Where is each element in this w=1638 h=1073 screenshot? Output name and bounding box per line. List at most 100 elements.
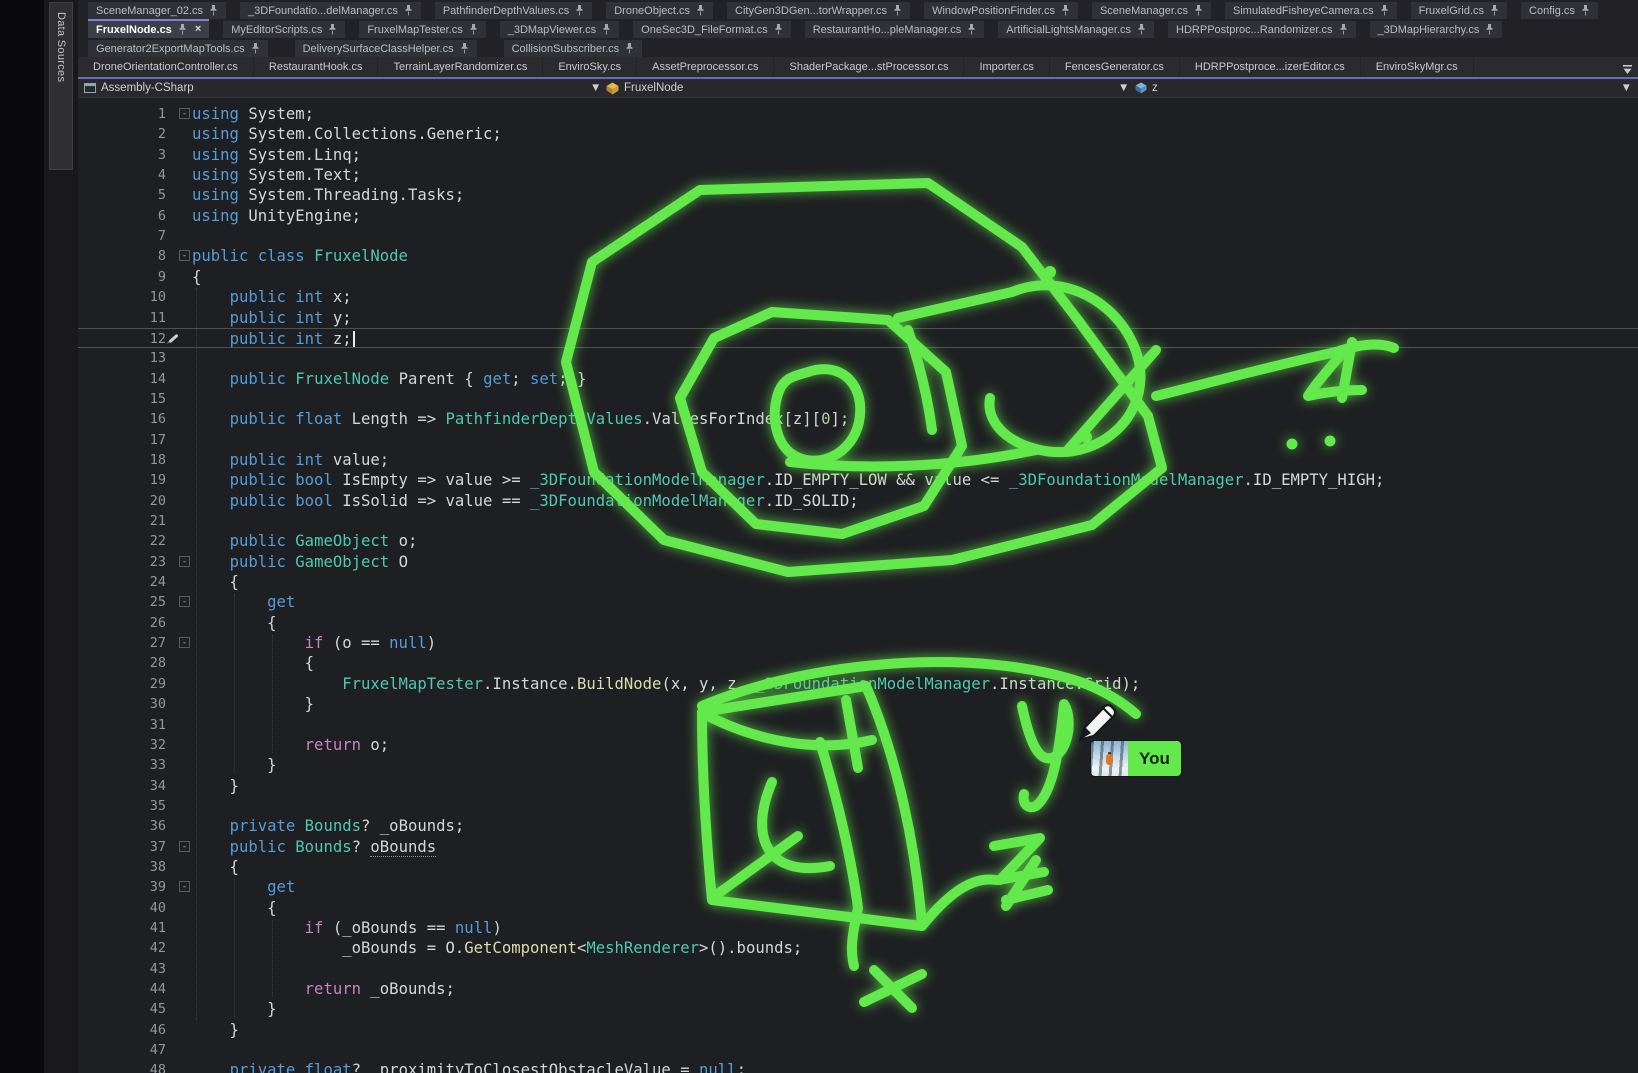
code-line[interactable]: 37- public Bounds? oBounds bbox=[78, 837, 1638, 857]
fold-collapse-icon[interactable]: - bbox=[179, 250, 190, 261]
pushpin-icon[interactable] bbox=[575, 5, 584, 16]
code-line[interactable]: 3using System.Linq; bbox=[78, 145, 1638, 165]
code-line[interactable]: 47 bbox=[78, 1040, 1638, 1060]
editor-tab[interactable]: SceneManager.cs bbox=[1092, 2, 1211, 19]
pushpin-icon[interactable] bbox=[1490, 5, 1499, 16]
editor-tab[interactable]: RestaurantHo...pleManager.cs bbox=[805, 21, 985, 38]
pushpin-icon[interactable] bbox=[460, 43, 469, 54]
editor-tab[interactable]: DroneOrientationController.cs bbox=[78, 57, 254, 77]
code-line[interactable]: 38 { bbox=[78, 857, 1638, 877]
editor-tab[interactable]: FruxelGrid.cs bbox=[1411, 2, 1507, 19]
code-line[interactable]: 30 } bbox=[78, 694, 1638, 714]
pushpin-icon[interactable] bbox=[625, 43, 634, 54]
pushpin-icon[interactable] bbox=[1194, 5, 1203, 16]
editor-tab[interactable]: MyEditorScripts.cs bbox=[223, 21, 345, 38]
code-line[interactable]: 39- get bbox=[78, 877, 1638, 897]
code-line[interactable]: 21 bbox=[78, 511, 1638, 531]
code-line[interactable]: 20 public bool IsSolid => value == _3DFo… bbox=[78, 491, 1638, 511]
code-line[interactable]: 17 bbox=[78, 430, 1638, 450]
editor-tab[interactable]: Generator2ExportMapTools.cs bbox=[88, 40, 268, 57]
pushpin-icon[interactable] bbox=[774, 24, 783, 35]
breadcrumb-project[interactable]: Assembly-CSharp bbox=[84, 79, 194, 97]
editor-tab[interactable]: PathfinderDepthValues.cs bbox=[435, 2, 592, 19]
editor-tab[interactable]: EnviroSky.cs bbox=[543, 57, 637, 77]
editor-tab[interactable]: _3DFoundatio...delManager.cs bbox=[240, 2, 421, 19]
breadcrumb-class[interactable]: FruxelNode bbox=[606, 79, 683, 97]
code-line[interactable]: 43 bbox=[78, 959, 1638, 979]
breadcrumb-class-dropdown[interactable]: ▼ bbox=[1118, 79, 1129, 97]
pushpin-icon[interactable] bbox=[178, 24, 187, 35]
code-line[interactable]: 22 public GameObject o; bbox=[78, 531, 1638, 551]
editor-tab[interactable]: Config.cs bbox=[1521, 2, 1598, 19]
code-line[interactable]: 42 _oBounds = O.GetComponent<MeshRendere… bbox=[78, 938, 1638, 958]
editor-tab[interactable]: TerrainLayerRandomizer.cs bbox=[378, 57, 543, 77]
editor-tab[interactable]: ArtificialLightsManager.cs bbox=[998, 21, 1154, 38]
editor-tab[interactable]: CollisionSubscriber.cs bbox=[504, 40, 643, 57]
editor-tab[interactable]: _3DMapHierarchy.cs bbox=[1370, 21, 1503, 38]
code-line[interactable]: 5using System.Threading.Tasks; bbox=[78, 185, 1638, 205]
editor-tab[interactable]: AssetPreprocessor.cs bbox=[637, 57, 774, 77]
editor-tab[interactable]: DeliverySurfaceClassHelper.cs bbox=[295, 40, 477, 57]
breadcrumb-project-dropdown[interactable]: ▼ bbox=[590, 79, 601, 97]
code-line[interactable]: 44 return _oBounds; bbox=[78, 979, 1638, 999]
editor-tab[interactable]: OneSec3D_FileFormat.cs bbox=[633, 21, 791, 38]
code-line[interactable]: 40 { bbox=[78, 898, 1638, 918]
pushpin-icon[interactable] bbox=[893, 5, 902, 16]
code-line[interactable]: 15 bbox=[78, 389, 1638, 409]
code-line[interactable]: 46 } bbox=[78, 1020, 1638, 1040]
breadcrumb-member[interactable]: z bbox=[1135, 79, 1158, 97]
code-line[interactable]: 45 } bbox=[78, 999, 1638, 1019]
code-line[interactable]: 12 public int z; bbox=[78, 328, 1638, 348]
breadcrumb-overflow-dropdown[interactable]: ▼ bbox=[1621, 79, 1632, 97]
code-line[interactable]: 41 if (_oBounds == null) bbox=[78, 918, 1638, 938]
pushpin-icon[interactable] bbox=[1380, 5, 1389, 16]
code-editor[interactable]: 1-using System;2using System.Collections… bbox=[78, 98, 1638, 1073]
pushpin-icon[interactable] bbox=[696, 5, 705, 16]
pushpin-icon[interactable] bbox=[328, 24, 337, 35]
code-line[interactable]: 25- get bbox=[78, 592, 1638, 612]
pushpin-icon[interactable] bbox=[1061, 5, 1070, 16]
code-line[interactable]: 4using System.Text; bbox=[78, 165, 1638, 185]
code-line[interactable]: 16 public float Length => PathfinderDept… bbox=[78, 409, 1638, 429]
code-line[interactable]: 10 public int x; bbox=[78, 287, 1638, 307]
pushpin-icon[interactable] bbox=[602, 24, 611, 35]
code-line[interactable]: 9{ bbox=[78, 267, 1638, 287]
pushpin-icon[interactable] bbox=[1339, 24, 1348, 35]
code-line[interactable]: 7 bbox=[78, 226, 1638, 246]
editor-tab[interactable]: SimulatedFisheyeCamera.cs bbox=[1225, 2, 1397, 19]
code-line[interactable]: 19 public bool IsEmpty => value >= _3DFo… bbox=[78, 470, 1638, 490]
code-line[interactable]: 24 { bbox=[78, 572, 1638, 592]
editor-tab[interactable]: CityGen3DGen...torWrapper.cs bbox=[727, 2, 910, 19]
code-line[interactable]: 14 public FruxelNode Parent { get; set; … bbox=[78, 369, 1638, 389]
code-line[interactable]: 6using UnityEngine; bbox=[78, 206, 1638, 226]
pushpin-icon[interactable] bbox=[469, 24, 478, 35]
pushpin-icon[interactable] bbox=[967, 24, 976, 35]
pushpin-icon[interactable] bbox=[1485, 24, 1494, 35]
editor-tab[interactable]: SceneManager_02.cs bbox=[88, 2, 226, 19]
chevron-overflow-icon[interactable] bbox=[1622, 62, 1633, 80]
code-line[interactable]: 13 bbox=[78, 348, 1638, 368]
fold-collapse-icon[interactable]: - bbox=[179, 556, 190, 567]
pushpin-icon[interactable] bbox=[209, 5, 218, 16]
code-line[interactable]: 26 { bbox=[78, 613, 1638, 633]
code-line[interactable]: 29 FruxelMapTester.Instance.BuildNode(x,… bbox=[78, 674, 1638, 694]
fold-collapse-icon[interactable]: - bbox=[179, 841, 190, 852]
code-line[interactable]: 31 bbox=[78, 715, 1638, 735]
code-line[interactable]: 35 bbox=[78, 796, 1638, 816]
code-line[interactable]: 1-using System; bbox=[78, 104, 1638, 124]
pushpin-icon[interactable] bbox=[404, 5, 413, 16]
editor-tab[interactable]: EnviroSkyMgr.cs bbox=[1361, 57, 1474, 77]
fold-collapse-icon[interactable]: - bbox=[179, 637, 190, 648]
editor-tab[interactable]: DroneObject.cs bbox=[606, 2, 713, 19]
editor-tab[interactable]: RestaurantHook.cs bbox=[254, 57, 379, 77]
code-line[interactable]: 36 private Bounds? _oBounds; bbox=[78, 816, 1638, 836]
editor-tab[interactable]: FruxelMapTester.cs bbox=[359, 21, 485, 38]
code-line[interactable]: 32 return o; bbox=[78, 735, 1638, 755]
editor-tab[interactable]: FruxelNode.cs× bbox=[88, 19, 209, 38]
code-line[interactable]: 2using System.Collections.Generic; bbox=[78, 124, 1638, 144]
code-line[interactable]: 27- if (o == null) bbox=[78, 633, 1638, 653]
code-line[interactable]: 28 { bbox=[78, 653, 1638, 673]
editor-tab[interactable]: _3DMapViewer.cs bbox=[500, 21, 619, 38]
pushpin-icon[interactable] bbox=[1581, 5, 1590, 16]
editor-tab[interactable]: FencesGenerator.cs bbox=[1050, 57, 1180, 77]
